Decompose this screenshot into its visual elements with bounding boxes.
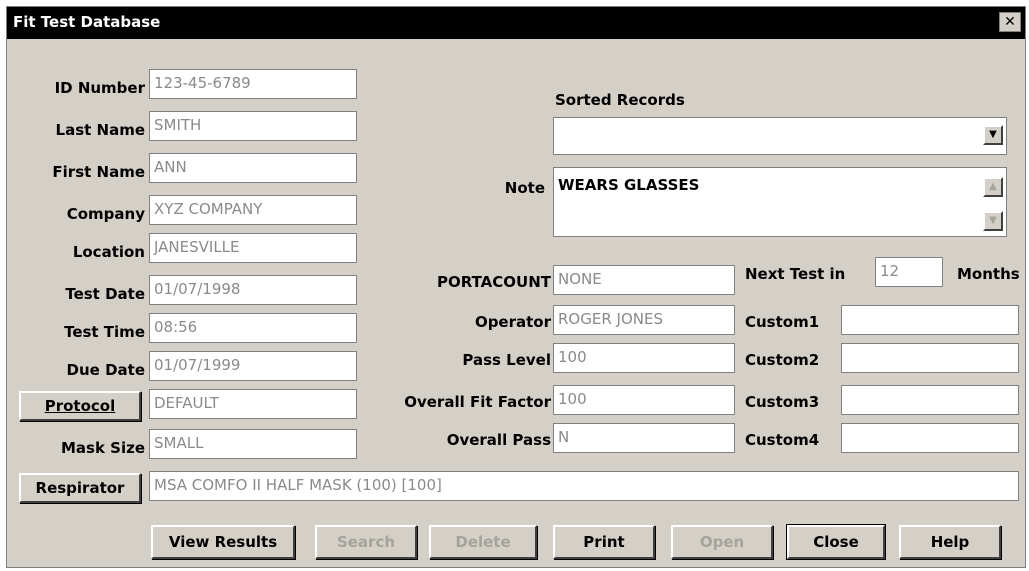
help-button[interactable]: Help bbox=[899, 525, 1001, 559]
fit-test-database-window: Fit Test Database ✕ ID Number 123-45-678… bbox=[6, 6, 1026, 568]
protocol-button[interactable]: Protocol bbox=[19, 391, 141, 421]
close-window-icon[interactable]: ✕ bbox=[999, 12, 1021, 32]
test-date-field[interactable]: 01/07/1998 bbox=[149, 275, 357, 305]
overall-pass-field[interactable]: N bbox=[553, 423, 735, 453]
mask-size-label: Mask Size bbox=[60, 439, 145, 457]
window-title: Fit Test Database bbox=[13, 13, 161, 31]
company-label: Company bbox=[66, 205, 145, 223]
overall-pass-label: Overall Pass bbox=[446, 431, 551, 449]
chevron-down-icon[interactable]: ▼ bbox=[983, 125, 1003, 145]
search-button[interactable]: Search bbox=[315, 525, 417, 559]
months-label: Months bbox=[957, 265, 1020, 283]
overall-fit-factor-field[interactable]: 100 bbox=[553, 385, 735, 415]
custom2-field[interactable] bbox=[841, 343, 1019, 373]
due-date-label: Due Date bbox=[66, 361, 145, 379]
custom1-field[interactable] bbox=[841, 305, 1019, 335]
custom1-label: Custom1 bbox=[745, 313, 820, 331]
custom4-label: Custom4 bbox=[745, 431, 820, 449]
portacount-label: PORTACOUNT bbox=[436, 273, 551, 291]
note-textarea[interactable]: WEARS GLASSES bbox=[553, 167, 1007, 237]
test-date-label: Test Date bbox=[65, 285, 145, 303]
view-results-button[interactable]: View Results bbox=[151, 525, 295, 559]
first-name-label: First Name bbox=[52, 163, 145, 181]
sorted-records-label: Sorted Records bbox=[555, 91, 685, 109]
id-number-field[interactable]: 123-45-6789 bbox=[149, 69, 357, 99]
location-field[interactable]: JANESVILLE bbox=[149, 233, 357, 263]
portacount-field[interactable]: NONE bbox=[553, 265, 735, 295]
test-time-label: Test Time bbox=[64, 323, 145, 341]
company-field[interactable]: XYZ COMPANY bbox=[149, 195, 357, 225]
test-time-field[interactable]: 08:56 bbox=[149, 313, 357, 343]
print-button[interactable]: Print bbox=[553, 525, 655, 559]
pass-level-label: Pass Level bbox=[462, 351, 551, 369]
next-test-field[interactable]: 12 bbox=[875, 257, 943, 287]
id-number-label: ID Number bbox=[54, 79, 145, 97]
location-label: Location bbox=[72, 243, 145, 261]
protocol-field[interactable]: DEFAULT bbox=[149, 389, 357, 419]
due-date-field[interactable]: 01/07/1999 bbox=[149, 351, 357, 381]
overall-fit-factor-label: Overall Fit Factor bbox=[404, 393, 551, 411]
last-name-field[interactable]: SMITH bbox=[149, 111, 357, 141]
respirator-field[interactable]: MSA COMFO II HALF MASK (100) [100] bbox=[149, 471, 1019, 501]
last-name-label: Last Name bbox=[55, 121, 145, 139]
respirator-button[interactable]: Respirator bbox=[19, 473, 141, 503]
first-name-field[interactable]: ANN bbox=[149, 153, 357, 183]
sorted-records-dropdown[interactable] bbox=[553, 117, 1007, 155]
custom3-label: Custom3 bbox=[745, 393, 820, 411]
pass-level-field[interactable]: 100 bbox=[553, 343, 735, 373]
arrow-down-icon[interactable]: ▼ bbox=[983, 211, 1003, 231]
next-test-label: Next Test in bbox=[745, 265, 846, 283]
delete-button[interactable]: Delete bbox=[429, 525, 537, 559]
open-button[interactable]: Open bbox=[671, 525, 773, 559]
note-label: Note bbox=[504, 179, 545, 197]
arrow-up-icon[interactable]: ▲ bbox=[983, 177, 1003, 197]
custom3-field[interactable] bbox=[841, 385, 1019, 415]
custom4-field[interactable] bbox=[841, 423, 1019, 453]
custom2-label: Custom2 bbox=[745, 351, 820, 369]
operator-field[interactable]: ROGER JONES bbox=[553, 305, 735, 335]
mask-size-field[interactable]: SMALL bbox=[149, 429, 357, 459]
operator-label: Operator bbox=[474, 313, 551, 331]
close-button[interactable]: Close bbox=[786, 524, 886, 560]
title-bar: Fit Test Database ✕ bbox=[7, 7, 1025, 39]
